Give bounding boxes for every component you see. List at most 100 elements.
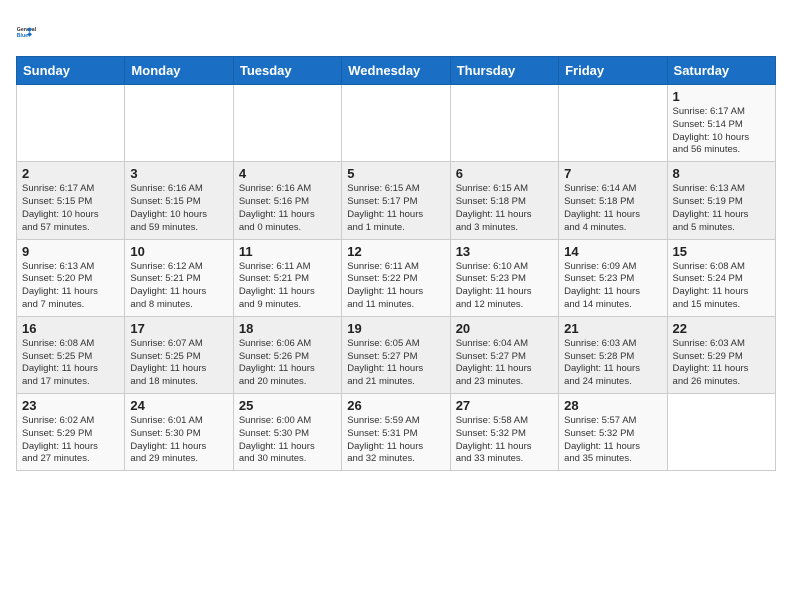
day-number: 24: [130, 398, 227, 413]
weekday-header-saturday: Saturday: [667, 57, 775, 85]
calendar-week-row: 16Sunrise: 6:08 AM Sunset: 5:25 PM Dayli…: [17, 316, 776, 393]
weekday-header-tuesday: Tuesday: [233, 57, 341, 85]
calendar-cell: 15 Sunrise: 6:08 AM Sunset: 5:24 PM Dayli…: [667, 239, 775, 316]
calendar-cell: [450, 85, 558, 162]
day-number: 2: [22, 166, 119, 181]
day-info: Sunrise: 6:01 AM Sunset: 5:30 PM Dayligh…: [130, 415, 227, 466]
calendar-cell: 24 Sunrise: 6:01 AM Sunset: 5:30 PM Dayli…: [125, 394, 233, 471]
day-info: Sunrise: 6:14 AM Sunset: 5:18 PM Dayligh…: [564, 183, 661, 234]
day-info: Sunrise: 6:11 AM Sunset: 5:22 PM Dayligh…: [347, 261, 444, 312]
day-info: Sunrise: 6:06 AM Sunset: 5:26 PM Dayligh…: [239, 338, 336, 389]
day-number: 17: [130, 321, 227, 336]
day-number: 10: [130, 244, 227, 259]
day-number: 20: [456, 321, 553, 336]
calendar-cell: 17 Sunrise: 6:07 AM Sunset: 5:25 PM Dayli…: [125, 316, 233, 393]
calendar-cell: 21 Sunrise: 6:03 AM Sunset: 5:28 PM Dayli…: [559, 316, 667, 393]
day-number: 11: [239, 244, 336, 259]
day-info: Sunrise: 6:07 AM Sunset: 5:25 PM Dayligh…: [130, 338, 227, 389]
day-number: 22: [673, 321, 770, 336]
calendar-cell: 18 Sunrise: 6:06 AM Sunset: 5:26 PM Dayli…: [233, 316, 341, 393]
page-header: General Blue: [16, 16, 776, 48]
day-number: 27: [456, 398, 553, 413]
day-info: Sunrise: 5:57 AM Sunset: 5:32 PM Dayligh…: [564, 415, 661, 466]
day-info: Sunrise: 6:02 AM Sunset: 5:29 PM Dayligh…: [22, 415, 119, 466]
calendar-cell: 14 Sunrise: 6:09 AM Sunset: 5:23 PM Dayli…: [559, 239, 667, 316]
calendar-cell: 20 Sunrise: 6:04 AM Sunset: 5:27 PM Dayli…: [450, 316, 558, 393]
svg-text:Blue: Blue: [17, 33, 28, 39]
calendar-cell: 8 Sunrise: 6:13 AM Sunset: 5:19 PM Daylig…: [667, 162, 775, 239]
day-info: Sunrise: 6:12 AM Sunset: 5:21 PM Dayligh…: [130, 261, 227, 312]
calendar-cell: 13 Sunrise: 6:10 AM Sunset: 5:23 PM Dayli…: [450, 239, 558, 316]
weekday-header-monday: Monday: [125, 57, 233, 85]
calendar-cell: 27 Sunrise: 5:58 AM Sunset: 5:32 PM Dayli…: [450, 394, 558, 471]
weekday-header-row: SundayMondayTuesdayWednesdayThursdayFrid…: [17, 57, 776, 85]
calendar-cell: [667, 394, 775, 471]
day-number: 7: [564, 166, 661, 181]
calendar-cell: 22Sunrise: 6:03 AM Sunset: 5:29 PM Dayli…: [667, 316, 775, 393]
calendar-table: SundayMondayTuesdayWednesdayThursdayFrid…: [16, 56, 776, 471]
day-number: 26: [347, 398, 444, 413]
day-number: 1: [673, 89, 770, 104]
day-info: Sunrise: 5:58 AM Sunset: 5:32 PM Dayligh…: [456, 415, 553, 466]
weekday-header-wednesday: Wednesday: [342, 57, 450, 85]
day-number: 8: [673, 166, 770, 181]
day-number: 14: [564, 244, 661, 259]
day-number: 5: [347, 166, 444, 181]
day-info: Sunrise: 6:03 AM Sunset: 5:28 PM Dayligh…: [564, 338, 661, 389]
calendar-cell: [125, 85, 233, 162]
calendar-cell: 19 Sunrise: 6:05 AM Sunset: 5:27 PM Dayli…: [342, 316, 450, 393]
calendar-cell: 16Sunrise: 6:08 AM Sunset: 5:25 PM Dayli…: [17, 316, 125, 393]
calendar-week-row: 9Sunrise: 6:13 AM Sunset: 5:20 PM Daylig…: [17, 239, 776, 316]
calendar-cell: 4 Sunrise: 6:16 AM Sunset: 5:16 PM Daylig…: [233, 162, 341, 239]
logo: General Blue: [16, 16, 52, 48]
calendar-cell: 25 Sunrise: 6:00 AM Sunset: 5:30 PM Dayli…: [233, 394, 341, 471]
calendar-cell: 9Sunrise: 6:13 AM Sunset: 5:20 PM Daylig…: [17, 239, 125, 316]
calendar-cell: [342, 85, 450, 162]
calendar-cell: 3 Sunrise: 6:16 AM Sunset: 5:15 PM Daylig…: [125, 162, 233, 239]
calendar-week-row: 23Sunrise: 6:02 AM Sunset: 5:29 PM Dayli…: [17, 394, 776, 471]
day-info: Sunrise: 6:13 AM Sunset: 5:19 PM Dayligh…: [673, 183, 770, 234]
day-info: Sunrise: 6:04 AM Sunset: 5:27 PM Dayligh…: [456, 338, 553, 389]
calendar-week-row: 1 Sunrise: 6:17 AM Sunset: 5:14 PM Daylig…: [17, 85, 776, 162]
day-number: 6: [456, 166, 553, 181]
day-number: 13: [456, 244, 553, 259]
day-number: 21: [564, 321, 661, 336]
day-info: Sunrise: 6:15 AM Sunset: 5:18 PM Dayligh…: [456, 183, 553, 234]
day-info: Sunrise: 6:08 AM Sunset: 5:24 PM Dayligh…: [673, 261, 770, 312]
day-number: 18: [239, 321, 336, 336]
calendar-week-row: 2 Sunrise: 6:17 AM Sunset: 5:15 PM Daylig…: [17, 162, 776, 239]
calendar-cell: [559, 85, 667, 162]
day-number: 15: [673, 244, 770, 259]
day-info: Sunrise: 6:11 AM Sunset: 5:21 PM Dayligh…: [239, 261, 336, 312]
day-number: 9: [22, 244, 119, 259]
weekday-header-friday: Friday: [559, 57, 667, 85]
day-info: Sunrise: 6:16 AM Sunset: 5:16 PM Dayligh…: [239, 183, 336, 234]
day-info: Sunrise: 6:08 AM Sunset: 5:25 PM Dayligh…: [22, 338, 119, 389]
calendar-cell: 23Sunrise: 6:02 AM Sunset: 5:29 PM Dayli…: [17, 394, 125, 471]
day-number: 3: [130, 166, 227, 181]
weekday-header-thursday: Thursday: [450, 57, 558, 85]
day-number: 19: [347, 321, 444, 336]
calendar-cell: 11 Sunrise: 6:11 AM Sunset: 5:21 PM Dayli…: [233, 239, 341, 316]
calendar-cell: 2 Sunrise: 6:17 AM Sunset: 5:15 PM Daylig…: [17, 162, 125, 239]
calendar-cell: 28 Sunrise: 5:57 AM Sunset: 5:32 PM Dayli…: [559, 394, 667, 471]
day-info: Sunrise: 6:15 AM Sunset: 5:17 PM Dayligh…: [347, 183, 444, 234]
day-number: 4: [239, 166, 336, 181]
calendar-cell: 12 Sunrise: 6:11 AM Sunset: 5:22 PM Dayli…: [342, 239, 450, 316]
day-info: Sunrise: 6:05 AM Sunset: 5:27 PM Dayligh…: [347, 338, 444, 389]
calendar-cell: 5 Sunrise: 6:15 AM Sunset: 5:17 PM Daylig…: [342, 162, 450, 239]
day-info: Sunrise: 6:10 AM Sunset: 5:23 PM Dayligh…: [456, 261, 553, 312]
calendar-cell: [17, 85, 125, 162]
day-info: Sunrise: 6:17 AM Sunset: 5:15 PM Dayligh…: [22, 183, 119, 234]
day-info: Sunrise: 6:09 AM Sunset: 5:23 PM Dayligh…: [564, 261, 661, 312]
day-number: 25: [239, 398, 336, 413]
day-number: 28: [564, 398, 661, 413]
day-info: Sunrise: 5:59 AM Sunset: 5:31 PM Dayligh…: [347, 415, 444, 466]
calendar-cell: 10 Sunrise: 6:12 AM Sunset: 5:21 PM Dayli…: [125, 239, 233, 316]
day-info: Sunrise: 6:16 AM Sunset: 5:15 PM Dayligh…: [130, 183, 227, 234]
svg-text:General: General: [17, 27, 37, 33]
day-info: Sunrise: 6:00 AM Sunset: 5:30 PM Dayligh…: [239, 415, 336, 466]
day-info: Sunrise: 6:17 AM Sunset: 5:14 PM Dayligh…: [673, 106, 770, 157]
calendar-cell: [233, 85, 341, 162]
day-number: 12: [347, 244, 444, 259]
